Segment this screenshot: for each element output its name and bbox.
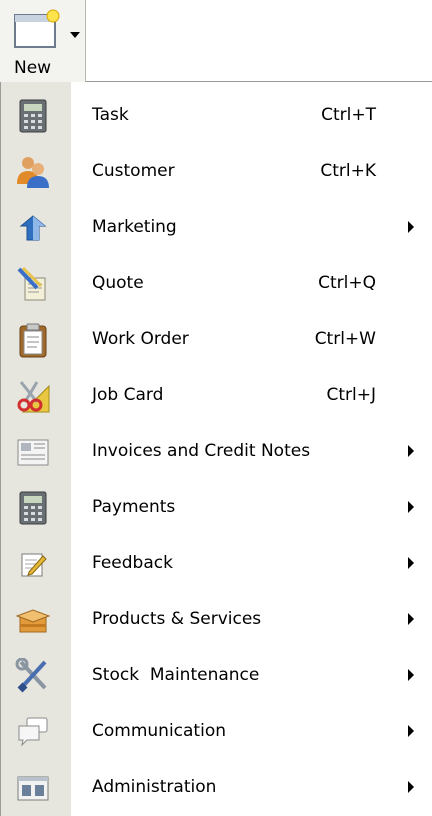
menu-item-quote[interactable]: Quote Ctrl+Q: [1, 256, 432, 312]
menu-item-shortcut: Ctrl+K: [320, 161, 376, 181]
menu-item-label: Customer: [92, 161, 175, 181]
menu-item-products-services[interactable]: Products & Services: [1, 592, 432, 648]
menu-item-label: Task: [92, 105, 129, 125]
new-document-icon: [14, 9, 60, 48]
menu-item-work-order[interactable]: Work Order Ctrl+W: [1, 312, 432, 368]
invoice-icon: [17, 439, 49, 466]
clipboard-icon: [19, 323, 47, 358]
submenu-arrow-icon: [408, 725, 414, 737]
menu-item-label: Work Order: [92, 329, 189, 349]
menu-item-label: Invoices and Credit Notes: [92, 441, 311, 461]
submenu-arrow-icon: [408, 501, 414, 513]
submenu-arrow-icon: [408, 781, 414, 793]
menu-item-shortcut: Ctrl+W: [314, 329, 376, 349]
notepad-icon: [21, 553, 47, 577]
menu-item-label: Stock Maintenance: [92, 665, 260, 685]
marketing-icon: [19, 215, 47, 241]
dropdown-arrow-icon[interactable]: [70, 32, 80, 38]
menu-item-label: Marketing: [92, 217, 177, 237]
submenu-arrow-icon: [408, 557, 414, 569]
menu-item-label: Communication: [92, 721, 226, 741]
tools-icon: [15, 658, 47, 693]
menu-item-stock-maintenance[interactable]: Stock Maintenance: [1, 648, 432, 704]
menu-item-feedback[interactable]: Feedback: [1, 536, 432, 592]
submenu-arrow-icon: [408, 669, 414, 681]
chat-icon: [18, 717, 48, 747]
new-button-label: New: [14, 58, 52, 78]
calculator-icon: [19, 99, 47, 133]
menu-item-shortcut: Ctrl+J: [326, 385, 376, 405]
menu-item-shortcut: Ctrl+T: [321, 105, 376, 125]
menu-item-label: Products & Services: [92, 609, 262, 629]
menu-item-label: Job Card: [92, 385, 164, 405]
people-icon: [17, 157, 49, 188]
menu-item-task[interactable]: Task Ctrl+T: [1, 88, 432, 144]
menu-item-label: Feedback: [92, 553, 173, 573]
menu-item-invoices[interactable]: Invoices and Credit Notes: [1, 424, 432, 480]
menu-item-administration[interactable]: Administration: [1, 760, 432, 816]
admin-icon: [17, 776, 49, 801]
menu-item-label: Administration: [92, 777, 217, 797]
new-button[interactable]: New: [0, 0, 86, 82]
menu-item-label: Quote: [92, 273, 144, 293]
submenu-arrow-icon: [408, 221, 414, 233]
quote-icon: [17, 266, 46, 301]
menu-item-shortcut: Ctrl+Q: [318, 273, 376, 293]
menu-item-payments[interactable]: Payments: [1, 480, 432, 536]
menu-item-job-card[interactable]: Job Card Ctrl+J: [1, 368, 432, 424]
menu-item-communication[interactable]: Communication: [1, 704, 432, 760]
new-menu: Task Ctrl+T Customer Ctrl+K Marketing Qu…: [0, 82, 432, 816]
box-icon: [15, 609, 51, 633]
menu-item-customer[interactable]: Customer Ctrl+K: [1, 144, 432, 200]
calculator-icon: [19, 491, 47, 525]
submenu-arrow-icon: [408, 613, 414, 625]
job-card-icon: [17, 381, 50, 413]
menu-item-marketing[interactable]: Marketing: [1, 200, 432, 256]
submenu-arrow-icon: [408, 445, 414, 457]
menu-item-label: Payments: [92, 497, 176, 517]
